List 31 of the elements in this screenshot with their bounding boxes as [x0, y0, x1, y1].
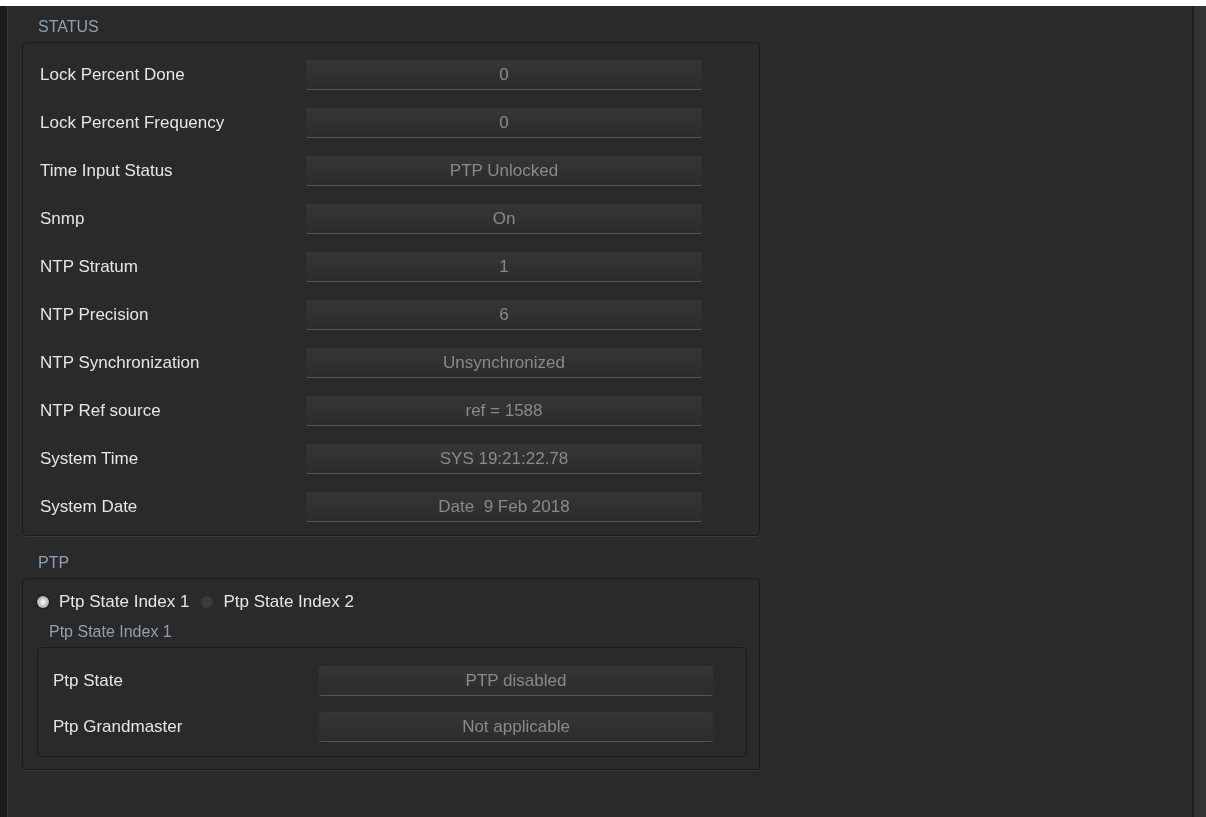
- value-field: PTP disabled: [319, 666, 713, 696]
- subsection-heading: Ptp State Index 1: [48, 622, 173, 642]
- value-field: Not applicable: [319, 712, 713, 742]
- field-label: NTP Precision: [40, 304, 150, 327]
- scrollbar[interactable]: [1192, 6, 1206, 817]
- section-heading: PTP: [37, 553, 71, 573]
- field-label: System Date: [40, 496, 139, 519]
- field-label: System Time: [40, 448, 140, 471]
- section-heading: STATUS: [37, 17, 100, 37]
- field-label: NTP Ref source: [40, 400, 162, 423]
- value-field: 0: [306, 60, 702, 90]
- radio-label[interactable]: Ptp State Index 1: [59, 589, 190, 615]
- field-label: NTP Synchronization: [40, 352, 201, 375]
- field-label: Lock Percent Done: [40, 64, 186, 87]
- value-field: 6: [306, 300, 702, 330]
- value-field: ref = 1588: [306, 396, 702, 426]
- value-field: SYS 19:21:22.78: [306, 444, 702, 474]
- value-field: PTP Unlocked: [306, 156, 702, 186]
- field-label: NTP Stratum: [40, 256, 139, 279]
- field-label: Time Input Status: [40, 160, 174, 183]
- value-field: Unsynchronized: [306, 348, 702, 378]
- field-label: Lock Percent Frequency: [40, 112, 226, 135]
- field-label: Snmp: [40, 208, 86, 231]
- value-field: On: [306, 204, 702, 234]
- field-label: Ptp State: [53, 670, 124, 693]
- value-field: 0: [306, 108, 702, 138]
- value-field: Date 9 Feb 2018: [306, 492, 702, 522]
- value-field: 1: [306, 252, 702, 282]
- field-label: Ptp Grandmaster: [53, 716, 184, 739]
- radio-button[interactable]: [37, 596, 49, 608]
- radio-label[interactable]: Ptp State Index 2: [223, 589, 354, 615]
